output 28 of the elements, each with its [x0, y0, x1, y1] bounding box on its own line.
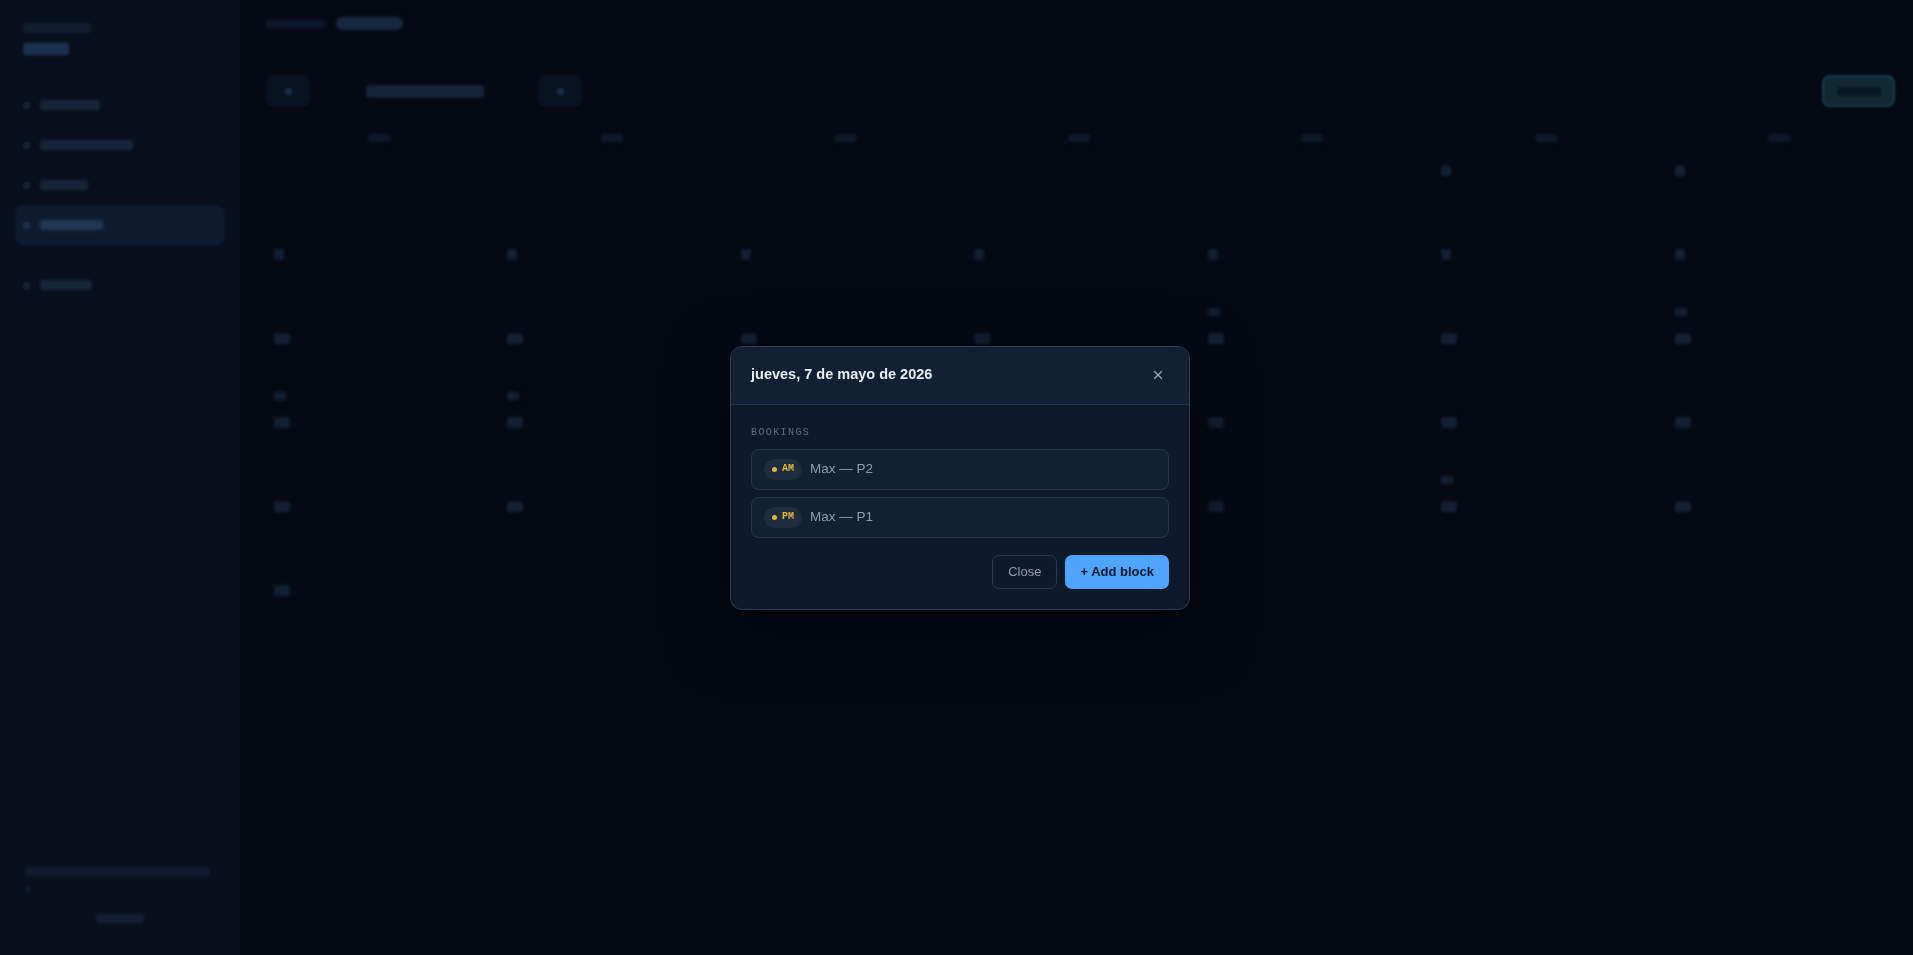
booking-row[interactable]: AM Max — P2 [751, 448, 1169, 490]
dialog-title: jueves, 7 de mayo de 2026 [751, 365, 933, 385]
next-month-button[interactable] [538, 75, 582, 107]
nav-icon [23, 101, 30, 109]
blurred-breadcrumb [266, 19, 324, 28]
previous-month-button[interactable] [266, 75, 310, 107]
new-block-button[interactable] [1822, 75, 1895, 107]
close-dialog-button[interactable]: Close [992, 554, 1058, 589]
booking-label: Max — P1 [810, 507, 874, 526]
nav-icon [23, 221, 30, 229]
nav-item[interactable] [15, 205, 225, 245]
slot-label: AM [782, 463, 794, 475]
nav-icon [23, 281, 30, 289]
blurred-day-number [1674, 249, 1685, 260]
blurred-day-number [274, 333, 290, 344]
booking-row[interactable]: PM Max — P1 [751, 496, 1169, 538]
blurred-breadcrumb [336, 17, 403, 30]
blurred-day-number [1441, 417, 1458, 428]
nav-icon [23, 181, 30, 189]
section-label: BOOKINGS [751, 426, 812, 439]
blurred-brand-title [23, 43, 69, 55]
close-icon [1151, 368, 1165, 382]
booking-label: Max — P2 [810, 459, 874, 478]
slot-label: PM [782, 511, 794, 523]
blurred-day-number [1207, 249, 1218, 260]
add-block-button[interactable]: + Add block [1065, 554, 1169, 589]
blurred-day-number [507, 333, 524, 344]
nav-icon [23, 141, 30, 149]
